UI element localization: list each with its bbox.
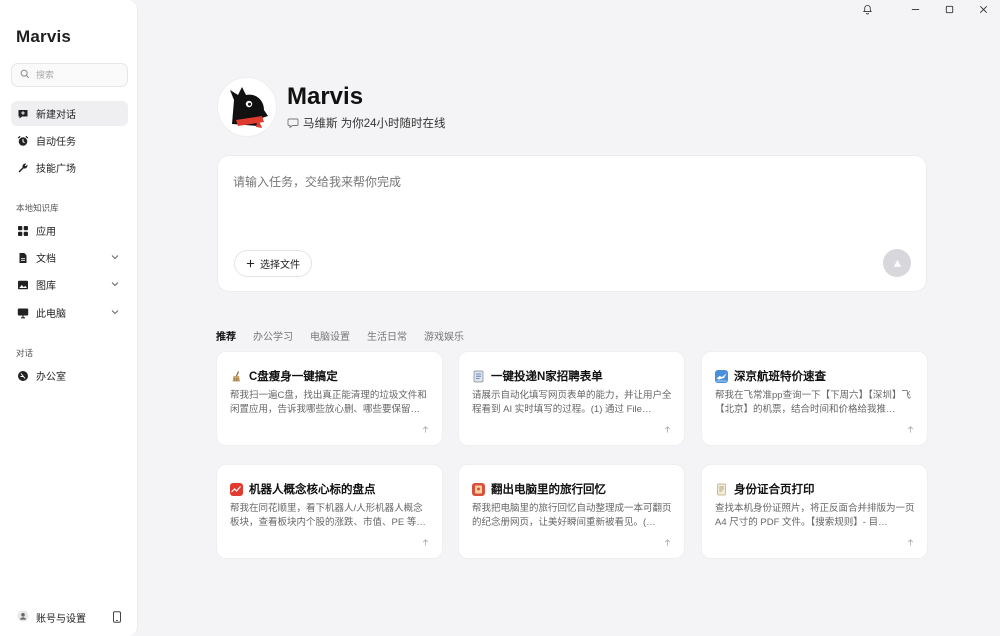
search-box[interactable] xyxy=(11,63,128,87)
tab-games[interactable]: 游戏娱乐 xyxy=(424,328,464,343)
form-icon xyxy=(472,370,485,383)
tab-pc-settings[interactable]: 电脑设置 xyxy=(310,328,350,343)
nav-gallery[interactable]: 图库 xyxy=(11,272,128,297)
plus-icon xyxy=(246,259,255,268)
card-title: C盘瘦身一键搞定 xyxy=(249,371,338,383)
category-tabs: 推荐 办公学习 电脑设置 生活日常 游戏娱乐 xyxy=(216,328,464,343)
id-card-icon xyxy=(715,483,728,496)
broom-icon xyxy=(230,370,243,383)
brand-title: Marvis xyxy=(16,27,72,46)
suggestion-card[interactable]: 机器人概念核心标的盘点 帮我在同花顺里，看下机器人/人形机器人概念板块，查看板块… xyxy=(216,464,443,559)
card-title: 机器人概念核心标的盘点 xyxy=(249,484,376,496)
nav-label: 文档 xyxy=(36,254,56,265)
card-description: 帮我扫一遍C盘，找出真正能清理的垃圾文件和闲置应用，告诉我哪些放心删、哪些要保留… xyxy=(230,390,427,415)
tab-office-study[interactable]: 办公学习 xyxy=(253,328,293,343)
assistant-tagline: 马维斯 为你24小时随时在线 xyxy=(287,115,446,131)
suggestion-card[interactable]: C盘瘦身一键搞定 帮我扫一遍C盘，找出真正能清理的垃圾文件和闲置应用，告诉我哪些… xyxy=(216,351,443,446)
assistant-profile: Marvis 马维斯 为你24小时随时在线 xyxy=(217,77,446,137)
task-composer: 选择文件 xyxy=(217,155,927,292)
nav-new-chat[interactable]: 新建对话 xyxy=(11,101,128,126)
assistant-name: Marvis xyxy=(287,83,364,110)
send-button[interactable] xyxy=(883,249,911,277)
arrow-up-icon xyxy=(907,539,914,546)
office-icon xyxy=(17,370,29,382)
bell-icon[interactable] xyxy=(850,0,884,18)
nav-label: 自动任务 xyxy=(36,137,76,148)
suggestion-card[interactable]: 一键投递N家招聘表单 请展示自动化填写网页表单的能力，并让用户全程看到 AI 实… xyxy=(458,351,685,446)
arrow-up-icon xyxy=(422,426,429,433)
window-controls xyxy=(850,0,1000,18)
card-description: 帮我在同花顺里，看下机器人/人形机器人概念板块，查看板块内个股的涨跌、市值、PE… xyxy=(230,503,426,528)
card-description: 查找本机身份证照片，将正反面合并排版为一页 A4 尺寸的 PDF 文件。【搜索规… xyxy=(715,503,915,528)
select-file-label: 选择文件 xyxy=(260,260,300,271)
sidebar: Marvis 新建对话 自动任务 技能广场 本地知识库 应用 xyxy=(0,0,138,636)
nav-label: 应用 xyxy=(36,227,56,238)
nav-label: 新建对话 xyxy=(36,110,76,121)
apps-grid-icon xyxy=(17,225,29,237)
chevron-down-icon[interactable] xyxy=(111,308,119,316)
tab-daily-life[interactable]: 生活日常 xyxy=(367,328,407,343)
phone-icon[interactable] xyxy=(112,611,122,623)
nav-documents[interactable]: 文档 xyxy=(11,245,128,270)
chevron-down-icon[interactable] xyxy=(111,253,119,261)
nav-label: 此电脑 xyxy=(36,309,66,320)
arrow-up-icon xyxy=(664,426,671,433)
card-description: 请展示自动化填写网页表单的能力，并让用户全程看到 AI 实时填写的过程。(1) … xyxy=(472,390,672,415)
search-icon xyxy=(20,66,30,84)
card-title: 一键投递N家招聘表单 xyxy=(491,371,603,383)
minimize-icon[interactable] xyxy=(898,0,932,18)
plane-icon xyxy=(715,369,728,383)
stock-chart-icon xyxy=(230,482,243,496)
assistant-avatar xyxy=(217,77,277,137)
nav-label: 办公室 xyxy=(36,372,66,383)
nav-auto-tasks[interactable]: 自动任务 xyxy=(11,128,128,153)
arrow-up-icon xyxy=(664,539,671,546)
card-title: 翻出电脑里的旅行回忆 xyxy=(491,484,606,496)
nav-skill-plaza[interactable]: 技能广场 xyxy=(11,155,128,180)
user-icon xyxy=(17,610,29,625)
suggestion-card[interactable]: 翻出电脑里的旅行回忆 帮我把电脑里的旅行回忆自动整理成一本可翻页的纪念册网页，让… xyxy=(458,464,685,559)
nav-label: 图库 xyxy=(36,281,56,292)
card-title: 深京航班特价速查 xyxy=(734,371,826,383)
knowledge-section-label: 本地知识库 xyxy=(16,203,59,213)
card-title: 身份证合页打印 xyxy=(734,484,815,496)
album-icon xyxy=(472,482,485,496)
search-input[interactable] xyxy=(36,70,116,80)
suggestion-card[interactable]: 身份证合页打印 查找本机身份证照片，将正反面合并排版为一页 A4 尺寸的 PDF… xyxy=(701,464,928,559)
dialog-section-label: 对话 xyxy=(16,348,34,358)
tab-recommended[interactable]: 推荐 xyxy=(216,328,236,343)
card-description: 帮我在飞常准pp查询一下【下周六】【深圳】飞【北京】的机票，结合时间和价格给我推… xyxy=(715,390,911,415)
nav-this-pc[interactable]: 此电脑 xyxy=(11,300,128,325)
task-input[interactable] xyxy=(233,173,833,213)
arrow-up-icon xyxy=(422,539,429,546)
arrow-up-icon xyxy=(907,426,914,433)
speech-bubble-icon xyxy=(287,118,299,129)
monitor-icon xyxy=(17,307,29,319)
chevron-down-icon[interactable] xyxy=(111,280,119,288)
account-settings[interactable]: 账号与设置 xyxy=(11,605,128,629)
chat-plus-icon xyxy=(17,108,29,120)
suggestion-card[interactable]: 深京航班特价速查 帮我在飞常准pp查询一下【下周六】【深圳】飞【北京】的机票，结… xyxy=(701,351,928,446)
image-icon xyxy=(17,279,29,291)
nav-office[interactable]: 办公室 xyxy=(11,363,128,388)
close-icon[interactable] xyxy=(966,0,1000,18)
wrench-icon xyxy=(17,162,29,174)
send-arrow-icon xyxy=(893,259,901,267)
nav-apps[interactable]: 应用 xyxy=(11,218,128,243)
tagline-text: 马维斯 为你24小时随时在线 xyxy=(303,118,446,130)
select-file-button[interactable]: 选择文件 xyxy=(234,250,312,277)
maximize-icon[interactable] xyxy=(932,0,966,18)
document-icon xyxy=(17,252,29,264)
card-description: 帮我把电脑里的旅行回忆自动整理成一本可翻页的纪念册网页，让美好瞬间重新被看见。(… xyxy=(472,503,672,528)
account-label: 账号与设置 xyxy=(36,613,86,625)
alarm-clock-icon xyxy=(17,135,29,147)
nav-label: 技能广场 xyxy=(36,164,76,175)
